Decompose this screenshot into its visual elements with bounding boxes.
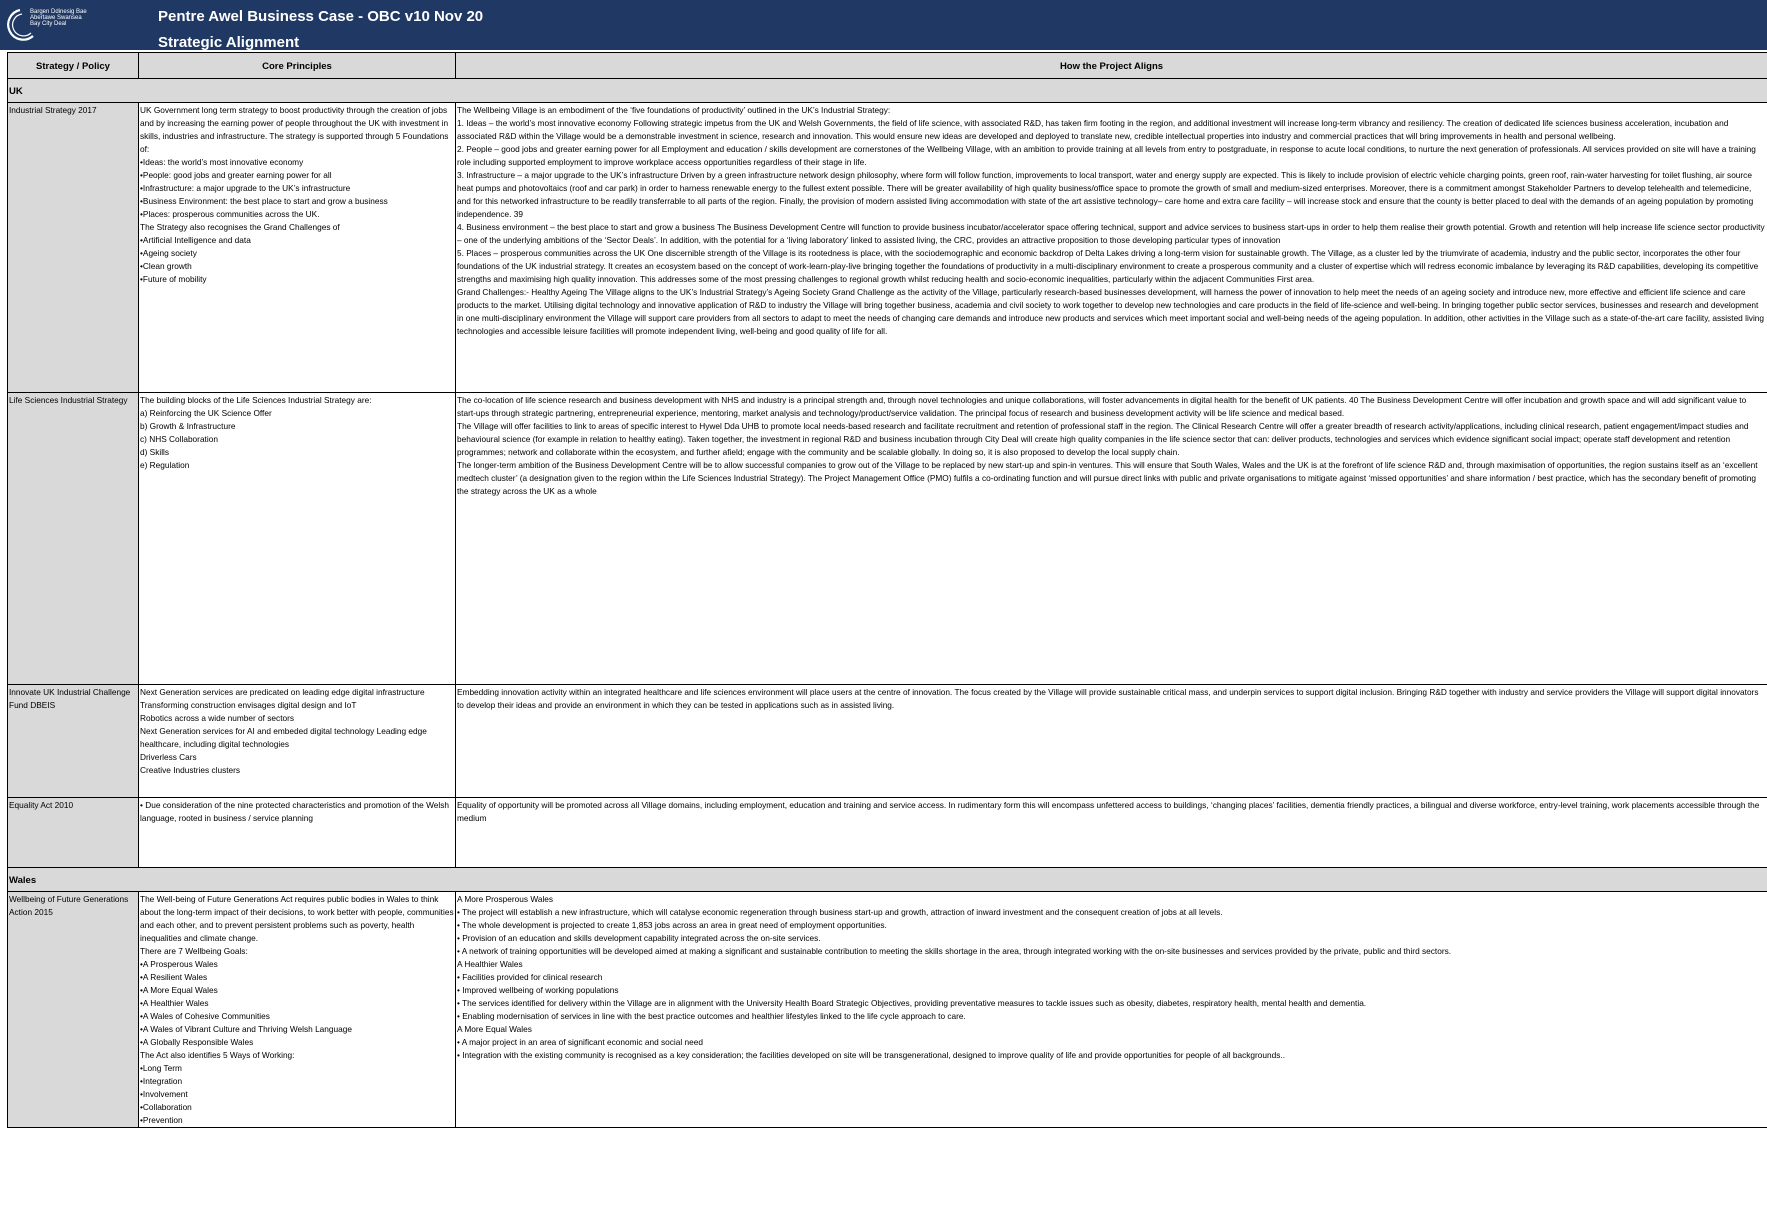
policy-cell: Wellbeing of Future Generations Action 2…	[7, 891, 139, 1128]
table-row: Wellbeing of Future Generations Action 2…	[7, 891, 1767, 1128]
document-subtitle: Strategic Alignment	[158, 34, 300, 51]
alignment-paragraph: • Provision of an education and skills d…	[457, 933, 821, 943]
table-row: Life Sciences Industrial Strategy The bu…	[7, 392, 1767, 685]
principles-cell: The Well-being of Future Generations Act…	[138, 891, 456, 1128]
alignment-paragraph: • The services identified for delivery w…	[457, 998, 1367, 1008]
alignment-paragraph: • Improved wellbeing of working populati…	[457, 985, 619, 995]
alignment-paragraph: The co-location of life science research…	[457, 395, 1747, 418]
alignment-paragraph: 5. Places – prosperous communities acros…	[457, 248, 1759, 284]
principle-line: •Clean growth	[140, 261, 192, 271]
principle-line: b) Growth & Infrastructure	[140, 421, 236, 431]
principle-line: •Business Environment: the best place to…	[140, 196, 388, 206]
principle-line: •Ideas: the world’s most innovative econ…	[140, 157, 304, 167]
alignment-paragraph: • The project will establish a new infra…	[457, 907, 1223, 917]
principle-line: •A Healthier Wales	[140, 998, 209, 1008]
principle-line: •A Prosperous Wales	[140, 959, 218, 969]
principle-line: The building blocks of the Life Sciences…	[140, 395, 372, 405]
principle-line: •Integration	[140, 1076, 183, 1086]
principle-line: a) Reinforcing the UK Science Offer	[140, 408, 272, 418]
column-header-principles: Core Principles	[138, 52, 456, 79]
alignment-paragraph: • Facilities provided for clinical resea…	[457, 972, 603, 982]
principle-line: •A Globally Responsible Wales	[140, 1037, 254, 1047]
column-header-aligns: How the Project Aligns	[455, 52, 1767, 79]
alignment-cell: Equality of opportunity will be promoted…	[455, 797, 1767, 868]
principles-cell: Next Generation services are predicated …	[138, 684, 456, 798]
principle-line: •A Wales of Cohesive Communities	[140, 1011, 270, 1021]
table-row: Industrial Strategy 2017 UK Government l…	[7, 102, 1767, 393]
principles-cell: The building blocks of the Life Sciences…	[138, 392, 456, 685]
alignment-paragraph: Equality of opportunity will be promoted…	[457, 800, 1760, 823]
policy-cell: Innovate UK Industrial Challenge Fund DB…	[7, 684, 139, 798]
alignment-paragraph: A More Equal Wales	[457, 1024, 532, 1034]
principle-line: •Prevention	[140, 1115, 183, 1125]
principle-line: •Artificial Intelligence and data	[140, 235, 251, 245]
alignment-paragraph: The Village will offer facilities to lin…	[457, 421, 1749, 457]
principle-line: •A More Equal Wales	[140, 985, 218, 995]
section-row-wales: Wales	[7, 867, 1767, 892]
alignment-paragraph: 1. Ideas – the world’s most innovative e…	[457, 118, 1729, 141]
principle-line: Transforming construction envisages digi…	[140, 700, 357, 710]
section-label-wales: Wales	[7, 867, 1767, 892]
policy-cell: Industrial Strategy 2017	[7, 102, 139, 393]
principle-line: Robotics across a wide number of sectors	[140, 713, 295, 723]
document-title: Pentre Awel Business Case - OBC v10 Nov …	[158, 8, 484, 25]
principles-cell: • Due consideration of the nine protecte…	[138, 797, 456, 868]
alignment-cell: Embedding innovation activity within an …	[455, 684, 1767, 798]
alignment-paragraph: Grand Challenges:- Healthy Ageing The Vi…	[457, 287, 1765, 336]
alignment-cell: The Wellbeing Village is an embodiment o…	[455, 102, 1767, 393]
principle-line: There are 7 Wellbeing Goals:	[140, 946, 248, 956]
principle-line: •Places: prosperous communities across t…	[140, 209, 320, 219]
alignment-paragraph: 3. Infrastructure – a major upgrade to t…	[457, 170, 1754, 219]
table-header-row: Strategy / Policy Core Principles How th…	[7, 52, 1767, 79]
principle-line: •People: good jobs and greater earning p…	[140, 170, 332, 180]
principle-line: Next Generation services for AI and embe…	[140, 726, 427, 749]
principle-line: UK Government long term strategy to boos…	[140, 105, 449, 154]
principle-line: The Well-being of Future Generations Act…	[140, 894, 454, 943]
principle-line: •Future of mobility	[140, 274, 207, 284]
principle-line: •Ageing society	[140, 248, 197, 258]
alignment-paragraph: • Integration with the existing communit…	[457, 1050, 1285, 1060]
section-row-uk: UK	[7, 78, 1767, 103]
section-label-uk: UK	[7, 78, 1767, 103]
alignment-paragraph: 2. People – good jobs and greater earnin…	[457, 144, 1756, 167]
principle-line: The Act also identifies 5 Ways of Workin…	[140, 1050, 295, 1060]
alignment-paragraph: • Enabling modernisation of services in …	[457, 1011, 966, 1021]
principle-line: Driverless Cars	[140, 752, 197, 762]
column-header-strategy: Strategy / Policy	[7, 52, 139, 79]
alignment-paragraph: The longer-term ambition of the Business…	[457, 460, 1758, 496]
alignment-paragraph: The Wellbeing Village is an embodiment o…	[457, 105, 891, 115]
principle-line: Creative Industries clusters	[140, 765, 241, 775]
principles-cell: UK Government long term strategy to boos…	[138, 102, 456, 393]
principle-line: Next Generation services are predicated …	[140, 687, 425, 697]
principle-line: •A Wales of Vibrant Culture and Thriving…	[140, 1024, 352, 1034]
alignment-paragraph: • A major project in an area of signific…	[457, 1037, 703, 1047]
strategic-alignment-table: Strategy / Policy Core Principles How th…	[7, 52, 1767, 1128]
alignment-cell: A More Prosperous Wales • The project wil…	[455, 891, 1767, 1128]
principle-line: •Involvement	[140, 1089, 188, 1099]
principle-line: •Long Term	[140, 1063, 182, 1073]
alignment-cell: The co-location of life science research…	[455, 392, 1767, 685]
alignment-paragraph: A More Prosperous Wales	[457, 894, 554, 904]
principle-line: •Collaboration	[140, 1102, 192, 1112]
principle-line: •Infrastructure: a major upgrade to the …	[140, 183, 351, 193]
policy-cell: Life Sciences Industrial Strategy	[7, 392, 139, 685]
alignment-paragraph: • The whole development is projected to …	[457, 920, 887, 930]
principle-line: c) NHS Collaboration	[140, 434, 218, 444]
table-row: Equality Act 2010 • Due consideration of…	[7, 797, 1767, 868]
principle-line: The Strategy also recognises the Grand C…	[140, 222, 340, 232]
document-header: Bargen Ddinesig Bae Abertawe Swansea Bay…	[0, 0, 1767, 51]
alignment-paragraph: A Healthier Wales	[457, 959, 523, 969]
principle-line: • Due consideration of the nine protecte…	[140, 800, 449, 823]
policy-cell: Equality Act 2010	[7, 797, 139, 868]
principle-line: e) Regulation	[140, 460, 190, 470]
principle-line: •A Resilient Wales	[140, 972, 208, 982]
alignment-paragraph: Embedding innovation activity within an …	[457, 687, 1759, 710]
logo-text: Bargen Ddinesig Bae Abertawe Swansea Bay…	[30, 9, 87, 27]
principle-line: d) Skills	[140, 447, 170, 457]
table-row: Innovate UK Industrial Challenge Fund DB…	[7, 684, 1767, 798]
alignment-paragraph: 4. Business environment – the best place…	[457, 222, 1765, 245]
alignment-paragraph: • A network of training opportunities wi…	[457, 946, 1452, 956]
